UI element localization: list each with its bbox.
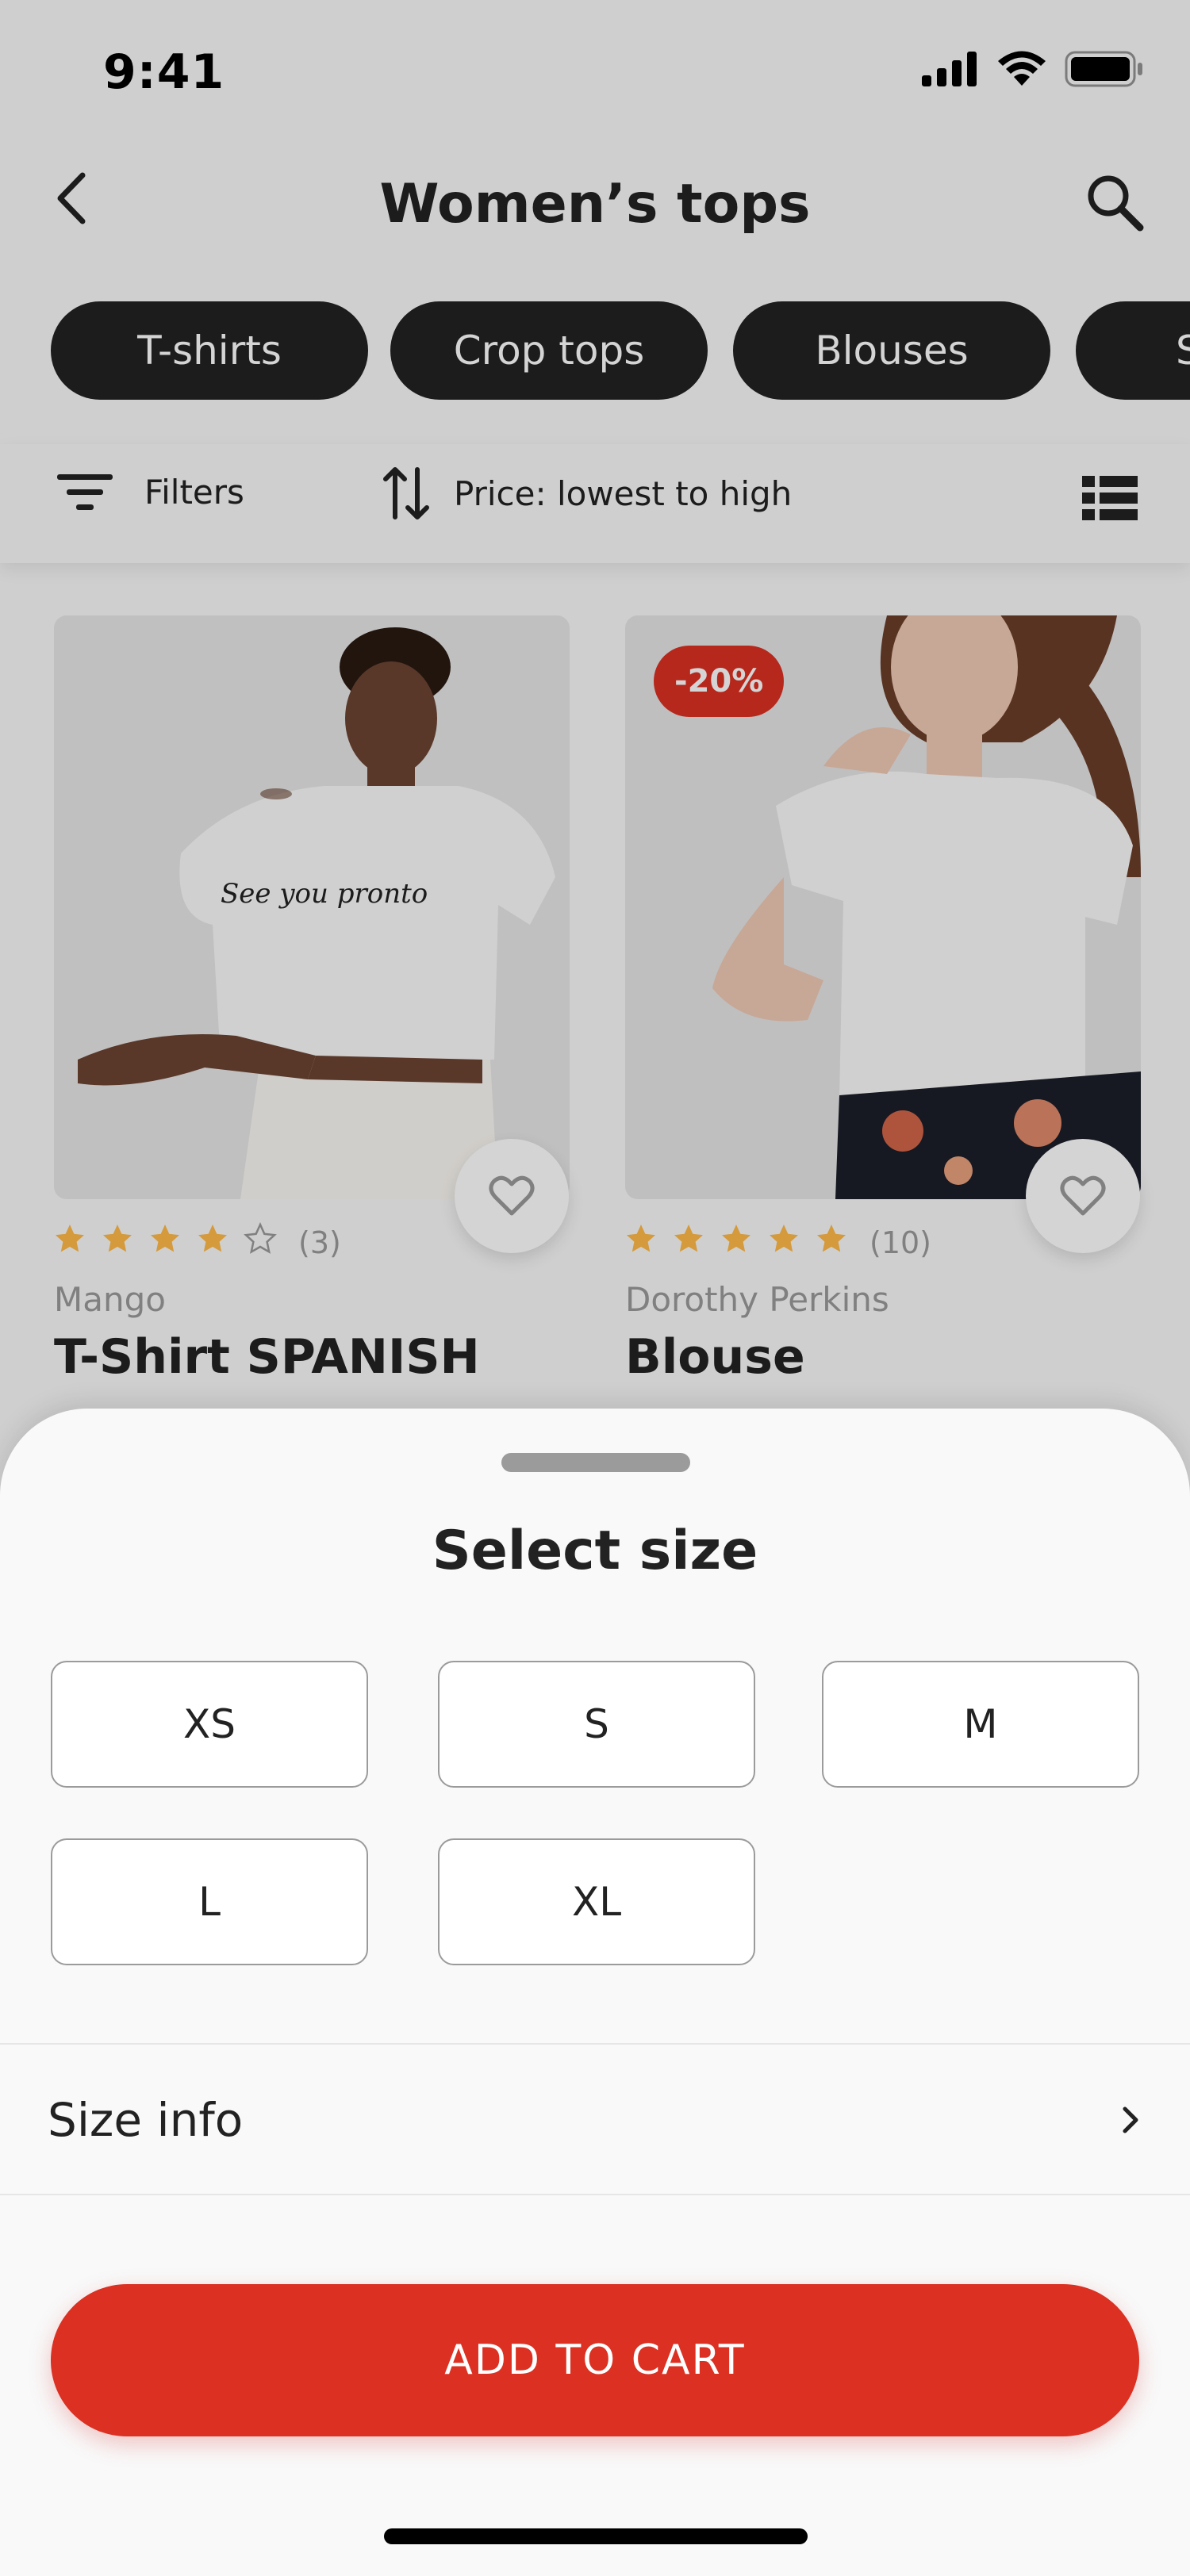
sheet-title: Select size bbox=[432, 1520, 758, 1582]
size-option-m[interactable]: M bbox=[822, 1661, 1139, 1788]
app-screen: 9:41 Women’s tops T-shirts Crop tops Blo… bbox=[0, 0, 1190, 2576]
add-to-cart-button[interactable]: ADD TO CART bbox=[51, 2284, 1139, 2436]
size-option-xs[interactable]: XS bbox=[51, 1661, 368, 1788]
select-size-sheet: Select size XS S M L XL Size info ADD TO… bbox=[0, 1409, 1190, 2576]
chevron-right-icon bbox=[1123, 2106, 1138, 2133]
size-info-row[interactable]: Size info bbox=[0, 2045, 1190, 2195]
size-info-label: Size info bbox=[48, 2093, 244, 2147]
sheet-drag-handle[interactable] bbox=[501, 1453, 690, 1472]
size-option-l[interactable]: L bbox=[51, 1838, 368, 1965]
divider-bottom bbox=[0, 2194, 1190, 2195]
size-option-xl[interactable]: XL bbox=[438, 1838, 755, 1965]
size-option-s[interactable]: S bbox=[438, 1661, 755, 1788]
home-indicator bbox=[384, 2528, 808, 2544]
